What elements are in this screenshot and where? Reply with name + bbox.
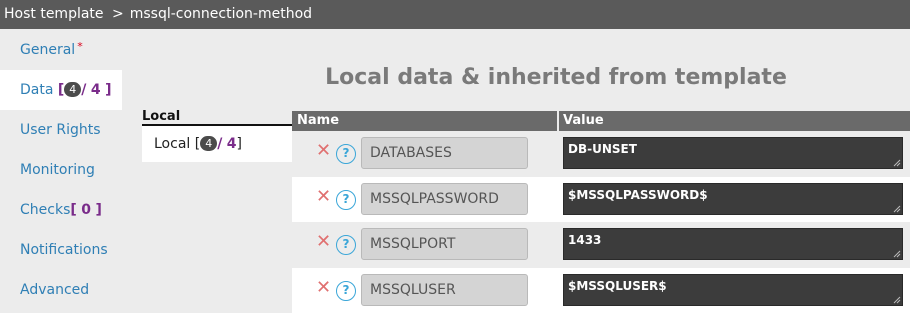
resize-handle-icon[interactable]: [893, 250, 901, 258]
page-title: Local data & inherited from template: [122, 65, 910, 90]
sidebar-item-label: Notifications: [20, 242, 108, 258]
sidebar-item-label: Monitoring: [20, 162, 95, 178]
delete-icon[interactable]: ✕: [316, 233, 331, 251]
column-header-name: Name: [297, 111, 339, 131]
sidebar-item-user-rights[interactable]: User Rights: [0, 110, 122, 150]
macro-name-field[interactable]: MSSQLPORT: [361, 228, 528, 260]
help-icon[interactable]: ?: [336, 235, 356, 255]
sidebar: General* Data [4/ 4 ] User Rights Monito…: [0, 29, 122, 312]
breadcrumb: Host template > mssql-connection-method: [0, 0, 910, 29]
delete-icon[interactable]: ✕: [316, 188, 331, 206]
help-icon[interactable]: ?: [336, 190, 356, 210]
delete-icon[interactable]: ✕: [316, 142, 331, 160]
count-slash: /: [217, 136, 222, 152]
table-row: ✕ ? MSSQLUSER $MSSQLUSER$: [292, 268, 910, 313]
bracket-close: ]: [105, 82, 111, 98]
column-divider: [557, 111, 559, 131]
breadcrumb-root[interactable]: Host template: [4, 6, 104, 22]
macro-value-text: DB-UNSET: [568, 142, 637, 156]
sidebar-item-data[interactable]: Data [4/ 4 ]: [0, 70, 122, 110]
sidebar-item-label: Data: [20, 82, 53, 98]
table-header: Name Value: [292, 111, 910, 131]
sidebar-item-monitoring[interactable]: Monitoring: [0, 150, 122, 190]
macro-value-field[interactable]: $MSSQLPASSWORD$: [563, 183, 903, 215]
macro-value-field[interactable]: $MSSQLUSER$: [563, 274, 903, 306]
sidebar-item-general[interactable]: General*: [0, 30, 122, 70]
sidebar-item-checks[interactable]: Checks[ 0 ]: [0, 190, 122, 230]
total-count: 4: [91, 82, 101, 98]
macro-table: Name Value ✕ ? DATABASES DB-UNSET ✕ ? MS…: [292, 111, 910, 313]
help-icon[interactable]: ?: [336, 281, 356, 301]
breadcrumb-separator: >: [112, 6, 124, 22]
table-row: ✕ ? MSSQLPORT 1433: [292, 222, 910, 268]
total-count: 4: [227, 136, 237, 152]
resize-handle-icon[interactable]: [893, 159, 901, 167]
sidebar-item-label: Checks: [20, 202, 70, 218]
column-header-value: Value: [563, 111, 604, 131]
bracket-close: ]: [237, 136, 242, 152]
resize-handle-icon[interactable]: [893, 296, 901, 304]
macro-name-field[interactable]: MSSQLUSER: [361, 274, 528, 306]
macro-name-field[interactable]: MSSQLPASSWORD: [361, 183, 528, 215]
checks-count: 0: [81, 202, 91, 218]
macro-value-field[interactable]: 1433: [563, 228, 903, 260]
macro-value-text: $MSSQLPASSWORD$: [568, 188, 708, 202]
sidebar-item-label: User Rights: [20, 122, 101, 138]
count-slash: /: [81, 82, 86, 98]
bracket-close: ]: [95, 202, 101, 218]
sidebar-item-advanced[interactable]: Advanced: [0, 270, 122, 310]
breadcrumb-current: mssql-connection-method: [130, 6, 312, 22]
table-row: ✕ ? MSSQLPASSWORD $MSSQLPASSWORD$: [292, 177, 910, 223]
macro-value-text: $MSSQLUSER$: [568, 279, 667, 293]
subnav-header: Local: [142, 108, 292, 126]
macro-name-field[interactable]: DATABASES: [361, 137, 528, 169]
bracket-open: [: [70, 202, 76, 218]
required-marker: *: [77, 40, 83, 53]
local-count-badge: 4: [64, 82, 81, 97]
help-icon[interactable]: ?: [336, 144, 356, 164]
local-count-badge: 4: [200, 136, 217, 151]
subnav: Local Local [4/ 4]: [142, 108, 292, 162]
subnav-item-local[interactable]: Local [4/ 4]: [142, 126, 292, 162]
macro-value-field[interactable]: DB-UNSET: [563, 137, 903, 169]
delete-icon[interactable]: ✕: [316, 279, 331, 297]
macro-value-text: 1433: [568, 233, 601, 247]
sidebar-item-label: General: [20, 42, 75, 58]
sidebar-item-label: Advanced: [20, 282, 89, 298]
table-row: ✕ ? DATABASES DB-UNSET: [292, 131, 910, 177]
resize-handle-icon[interactable]: [893, 205, 901, 213]
sidebar-item-notifications[interactable]: Notifications: [0, 230, 122, 270]
subnav-item-label: Local: [154, 136, 190, 152]
